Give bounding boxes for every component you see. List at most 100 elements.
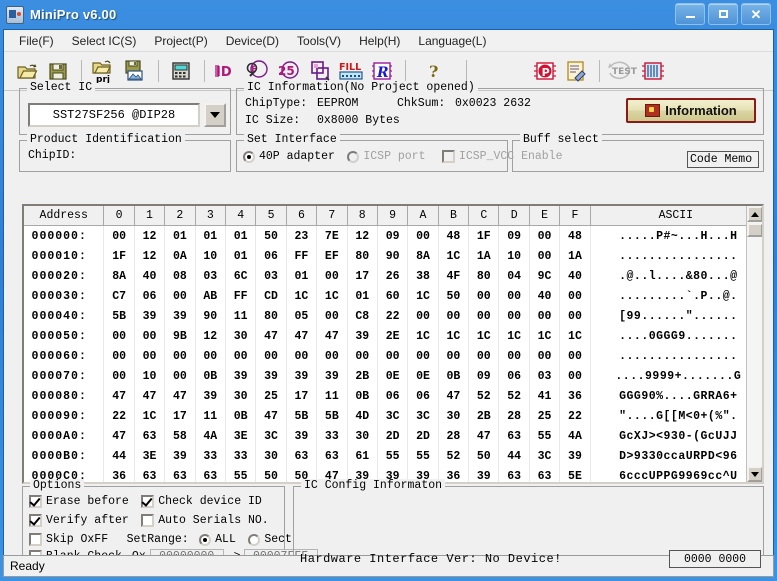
hex-byte[interactable]: 4A (195, 426, 226, 446)
hex-byte[interactable]: 52 (498, 386, 530, 406)
hex-byte[interactable]: 0B (225, 406, 257, 426)
hex-byte[interactable]: 4A (559, 426, 591, 446)
hex-byte[interactable]: 44 (103, 446, 135, 466)
hex-byte[interactable]: 47 (286, 326, 318, 346)
hex-byte[interactable]: 47 (255, 406, 287, 426)
hex-byte[interactable]: 58 (164, 426, 196, 446)
hex-row[interactable]: 0000B0: 44 3E 39 33 33 30 63 63 61 55 55 52 50 44 3C 39 D… (24, 446, 762, 466)
hex-byte[interactable]: 80 (347, 246, 378, 266)
hex-byte[interactable]: 47 (255, 326, 287, 346)
hex-byte[interactable]: 47 (164, 386, 196, 406)
hex-byte[interactable]: 55 (225, 466, 257, 482)
hex-col-9[interactable]: 9 (377, 206, 409, 226)
hex-byte[interactable]: 11 (195, 406, 226, 426)
hex-byte[interactable]: 63 (498, 466, 530, 482)
hex-byte[interactable]: 39 (468, 466, 500, 482)
hex-col-2[interactable]: 2 (164, 206, 196, 226)
hex-byte[interactable]: C8 (347, 306, 378, 326)
hex-byte[interactable]: 00 (559, 286, 591, 306)
hex-byte[interactable]: 01 (347, 286, 378, 306)
hex-byte[interactable]: 11 (316, 386, 348, 406)
hex-byte[interactable]: 00 (468, 306, 500, 326)
hex-byte[interactable]: 11 (225, 306, 257, 326)
hex-byte[interactable]: 47 (438, 386, 470, 406)
hex-byte[interactable]: 48 (559, 225, 591, 246)
hex-byte[interactable]: 03 (529, 366, 561, 386)
hex-byte[interactable]: 1C (529, 326, 561, 346)
hex-byte[interactable]: 50 (438, 286, 470, 306)
hex-byte[interactable]: 00 (316, 306, 348, 326)
hex-byte[interactable]: 10 (498, 246, 530, 266)
hex-col-7[interactable]: 7 (316, 206, 348, 226)
hex-byte[interactable]: 50 (255, 466, 287, 482)
hex-byte[interactable]: 2E (377, 326, 409, 346)
hex-byte[interactable]: 00 (316, 266, 348, 286)
close-button[interactable]: ✕ (741, 3, 771, 25)
hex-byte[interactable]: 63 (195, 466, 226, 482)
hex-byte[interactable]: 90 (195, 306, 226, 326)
hex-byte[interactable]: 3C (377, 406, 409, 426)
minimize-button[interactable] (675, 3, 705, 25)
hex-row[interactable]: 000050: 00 00 9B 12 30 47 47 47 39 2E 1C 1C 1C 1C 1C 1C.… (24, 326, 762, 346)
hex-col-d[interactable]: D (498, 206, 530, 226)
hex-byte[interactable]: 33 (225, 446, 257, 466)
hex-row[interactable]: 000020: 8A 40 08 03 6C 03 01 00 17 26 38 4F 80 04 9C 40.… (24, 266, 762, 286)
hex-byte[interactable]: 03 (195, 266, 226, 286)
hex-byte[interactable]: 30 (347, 426, 378, 446)
hex-byte[interactable]: 47 (103, 426, 135, 446)
hex-byte[interactable]: 17 (286, 386, 318, 406)
hex-byte[interactable]: 52 (438, 446, 470, 466)
save-project-icon[interactable] (120, 56, 150, 86)
hex-byte[interactable]: 38 (407, 266, 439, 286)
radio-range-sect[interactable] (248, 533, 261, 546)
hex-byte[interactable]: 63 (316, 446, 348, 466)
hex-byte[interactable]: 06 (407, 386, 439, 406)
hex-byte[interactable]: 10 (134, 366, 166, 386)
scroll-down-button[interactable] (747, 466, 762, 482)
hex-row[interactable]: 000000: 00 12 01 01 01 50 23 7E 12 09 00 48 1F 09 00 48.… (24, 225, 762, 246)
hex-byte[interactable]: 06 (498, 366, 530, 386)
hex-byte[interactable]: 00 (529, 346, 561, 366)
menu-language[interactable]: Language(L) (409, 32, 495, 50)
hex-byte[interactable]: 00 (529, 246, 561, 266)
hex-byte[interactable]: 39 (559, 446, 591, 466)
calculator-icon[interactable] (166, 56, 196, 86)
hex-byte[interactable]: 63 (498, 426, 530, 446)
hex-row[interactable]: 0000A0: 47 63 58 4A 3E 3C 39 33 30 2D 2D 28 47 63 55 4A G… (24, 426, 762, 446)
hex-byte[interactable]: 8A (407, 246, 439, 266)
hex-byte[interactable]: 5E (559, 466, 591, 482)
hex-byte[interactable]: 4D (347, 406, 378, 426)
hex-byte[interactable]: 30 (225, 386, 257, 406)
hex-byte[interactable]: 00 (164, 346, 196, 366)
hex-byte[interactable]: 01 (164, 225, 196, 246)
hex-byte[interactable]: 28 (438, 426, 470, 446)
hex-byte[interactable]: 5B (286, 406, 318, 426)
device-id-icon[interactable]: ID (212, 56, 242, 86)
hex-byte[interactable]: 09 (377, 225, 409, 246)
program-icon[interactable]: P (530, 56, 560, 86)
hex-byte[interactable]: 5B (316, 406, 348, 426)
hex-byte[interactable]: EF (316, 246, 348, 266)
hex-row[interactable]: 000090: 22 1C 17 11 0B 47 5B 5B 4D 3C 3C 30 2B 28 25 22 "… (24, 406, 762, 426)
hex-byte[interactable]: 12 (195, 326, 226, 346)
hex-byte[interactable]: 05 (286, 306, 318, 326)
hex-byte[interactable]: 40 (559, 266, 591, 286)
hex-byte[interactable]: 03 (255, 266, 287, 286)
hex-byte[interactable]: 44 (498, 446, 530, 466)
hex-byte[interactable]: 39 (225, 366, 257, 386)
hex-byte[interactable]: 00 (377, 346, 409, 366)
hex-col-6[interactable]: 6 (286, 206, 318, 226)
hex-byte[interactable]: 2D (407, 426, 439, 446)
hex-byte[interactable]: 1C (468, 326, 500, 346)
hex-byte[interactable]: 08 (164, 266, 196, 286)
hex-byte[interactable]: 1C (438, 326, 470, 346)
hex-byte[interactable]: 63 (286, 446, 318, 466)
hex-byte[interactable]: 63 (134, 426, 166, 446)
hex-byte[interactable]: 47 (468, 426, 500, 446)
hex-byte[interactable]: 2D (377, 426, 409, 446)
hex-byte[interactable]: 00 (529, 225, 561, 246)
hex-byte[interactable]: 52 (468, 386, 500, 406)
hex-byte[interactable]: 1F (103, 246, 135, 266)
hex-byte[interactable]: 39 (286, 426, 318, 446)
checkbox-auto-serials[interactable] (141, 514, 155, 528)
